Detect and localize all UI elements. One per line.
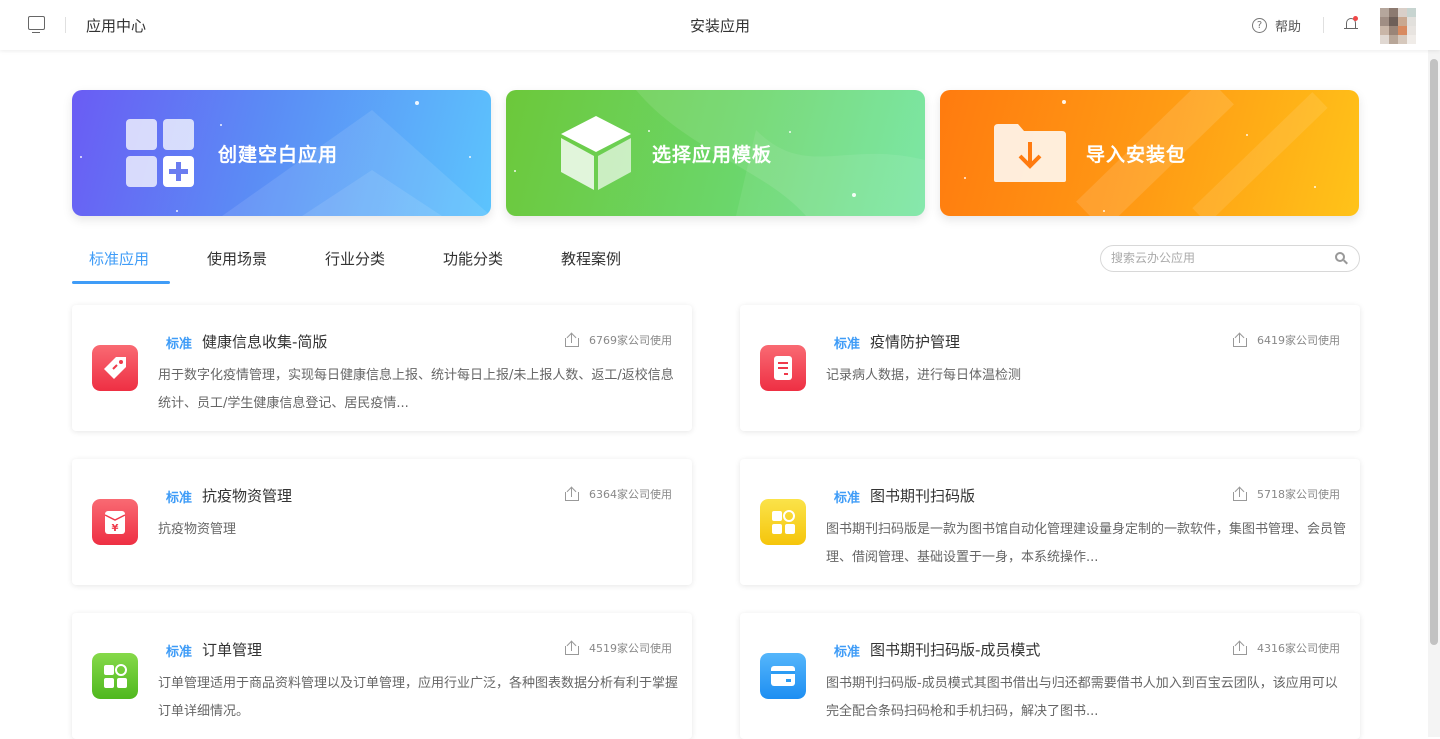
card-icon — [760, 653, 806, 699]
app-name: 健康信息收集-简版 — [202, 333, 328, 351]
import-package-banner[interactable]: 导入安装包 — [940, 90, 1359, 216]
apps-icon — [760, 499, 806, 545]
usage-count: 6364家公司使用 — [565, 486, 672, 502]
app-card[interactable]: 标准 图书期刊扫码版 5718家公司使用 图书期刊扫码版是一款为图书馆自动化管理… — [740, 459, 1360, 585]
document-icon — [760, 345, 806, 391]
app-name: 图书期刊扫码版-成员模式 — [870, 641, 1041, 659]
help-icon: ? — [1252, 18, 1267, 33]
folder-download-icon — [994, 124, 1066, 182]
tab-scenarios[interactable]: 使用场景 — [207, 248, 267, 269]
apps-icon — [92, 653, 138, 699]
share-icon — [1233, 640, 1247, 655]
banner-label: 选择应用模板 — [652, 144, 773, 166]
app-card[interactable]: 标准 图书期刊扫码版-成员模式 4316家公司使用 图书期刊扫码版-成员模式其图… — [740, 613, 1360, 739]
app-description: 图书期刊扫码版是一款为图书馆自动化管理建设量身定制的一款软件，集图书管理、会员管… — [826, 522, 1347, 565]
app-name: 图书期刊扫码版 — [870, 487, 976, 505]
notification-dot — [1353, 16, 1358, 21]
app-name: 抗疫物资管理 — [202, 487, 293, 505]
standard-tag: 标准 — [834, 491, 861, 506]
share-icon — [565, 486, 579, 501]
tab-tutorials[interactable]: 教程案例 — [561, 248, 621, 269]
svg-text:¥: ¥ — [112, 523, 119, 534]
search-icon[interactable] — [1335, 252, 1348, 265]
yen-bag-icon: ¥ — [92, 499, 138, 545]
banner-label: 导入安装包 — [1086, 144, 1187, 166]
select-template-banner[interactable]: 选择应用模板 — [506, 90, 925, 216]
scroll-thumb[interactable] — [1430, 59, 1438, 645]
app-description: 图书期刊扫码版-成员模式其图书借出与归还都需要借书人加入到百宝云团队，该应用可以… — [826, 676, 1338, 719]
share-icon — [1233, 486, 1247, 501]
app-card[interactable]: 标准 订单管理 4519家公司使用 订单管理适用于商品资料管理以及订单管理，应用… — [72, 613, 692, 739]
bell-icon[interactable] — [1344, 16, 1358, 32]
tab-function[interactable]: 功能分类 — [443, 248, 503, 269]
app-name: 疫情防护管理 — [870, 333, 961, 351]
vertical-scrollbar[interactable] — [1428, 50, 1440, 737]
standard-tag: 标准 — [834, 337, 861, 352]
usage-count: 4316家公司使用 — [1233, 640, 1340, 656]
grid-plus-icon — [126, 119, 194, 187]
app-description: 记录病人数据，进行每日体温检测 — [826, 368, 1022, 383]
usage-count: 6419家公司使用 — [1233, 332, 1340, 348]
app-description: 用于数字化疫情管理，实现每日健康信息上报、统计每日上报/未上报人数、返工/返校信… — [158, 368, 674, 411]
usage-count: 5718家公司使用 — [1233, 486, 1340, 502]
usage-count: 6769家公司使用 — [565, 332, 672, 348]
divider — [1323, 17, 1324, 33]
avatar[interactable] — [1380, 8, 1416, 44]
page-title: 安装应用 — [689, 17, 750, 35]
app-card[interactable]: ¥ 标准 抗疫物资管理 6364家公司使用 抗疫物资管理 — [72, 459, 692, 585]
share-icon — [1233, 332, 1247, 347]
share-icon — [565, 640, 579, 655]
create-blank-app-banner[interactable]: 创建空白应用 — [72, 90, 491, 216]
standard-tag: 标准 — [834, 645, 861, 660]
active-tab-indicator — [72, 281, 170, 284]
help-label: 帮助 — [1275, 20, 1302, 35]
standard-tag: 标准 — [166, 337, 193, 352]
banner-label: 创建空白应用 — [218, 144, 339, 166]
usage-count: 4519家公司使用 — [565, 640, 672, 656]
app-card[interactable]: 标准 疫情防护管理 6419家公司使用 记录病人数据，进行每日体温检测 — [740, 305, 1360, 431]
app-description: 抗疫物资管理 — [158, 522, 237, 537]
top-bar: 应用中心 安装应用 ? 帮助 — [0, 0, 1440, 50]
app-card[interactable]: 标准 健康信息收集-简版 6769家公司使用 用于数字化疫情管理，实现每日健康信… — [72, 305, 692, 431]
tag-icon — [92, 345, 138, 391]
standard-tag: 标准 — [166, 491, 193, 506]
app-name: 订单管理 — [202, 641, 263, 659]
cube-icon — [561, 116, 631, 190]
search-input[interactable] — [1111, 251, 1321, 265]
tab-industry[interactable]: 行业分类 — [325, 248, 385, 269]
help-button[interactable]: ? 帮助 — [1252, 16, 1301, 35]
search-box — [1100, 245, 1360, 272]
standard-tag: 标准 — [166, 645, 193, 660]
app-description: 订单管理适用于商品资料管理以及订单管理，应用行业广泛，各种图表数据分析有利于掌握… — [158, 676, 679, 719]
tab-standard-apps[interactable]: 标准应用 — [89, 248, 149, 269]
share-icon — [565, 332, 579, 347]
